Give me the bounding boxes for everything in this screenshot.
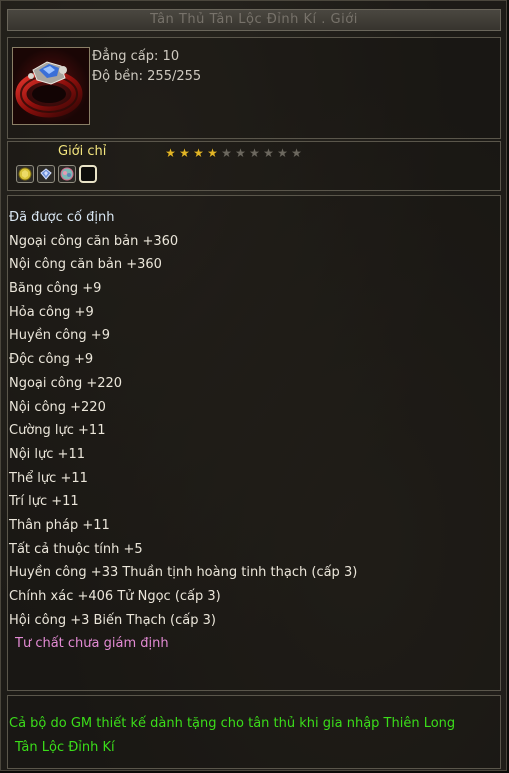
item-rank-panel: Giới chỉ ★ ★ ★ ★ ★ ★ ★ ★ ★ ★ <box>7 141 501 191</box>
attribute-line: Chính xác +406 Tử Ngọc (cấp 3) <box>9 589 221 604</box>
attribute-line: Ngoại công căn bản +360 <box>9 233 179 249</box>
description-line: Tân Lộc Đỉnh Kí <box>15 740 115 755</box>
attribute-line: Hội công +3 Biến Thạch (cấp 3) <box>9 612 216 628</box>
star-empty-icon: ★ <box>263 146 274 160</box>
star-filled-icon: ★ <box>207 146 218 160</box>
attribute-line: Nội công căn bản +360 <box>9 257 162 273</box>
star-empty-icon: ★ <box>291 146 302 160</box>
gem-slots <box>16 165 97 183</box>
ring-icon[interactable] <box>12 47 90 125</box>
star-empty-icon: ★ <box>249 146 260 160</box>
item-header-panel: Đẳng cấp: 10 Độ bền: 255/255 <box>7 37 501 139</box>
star-filled-icon: ★ <box>165 146 176 160</box>
teal-gem-icon[interactable] <box>58 165 76 183</box>
star-empty-icon: ★ <box>235 146 246 160</box>
attribute-line: Hỏa công +9 <box>9 304 94 320</box>
attribute-line: Nội lực +11 <box>9 446 85 462</box>
attribute-line: Cường lực +11 <box>9 423 106 439</box>
empty-slot-icon[interactable] <box>79 165 97 183</box>
description-line: Cả bộ do GM thiết kế dành tặng cho tân t… <box>9 716 456 731</box>
attribute-line: Trí lực +11 <box>9 494 79 510</box>
item-attributes-panel: Đã được cố định Ngoại công căn bản +360 Nộ… <box>7 195 501 691</box>
attribute-line: Nội công +220 <box>9 399 106 415</box>
attribute-list: Đã được cố định Ngoại công căn bản +360 Nộ… <box>9 206 357 656</box>
attribute-line: Huyền công +9 <box>9 328 110 344</box>
item-type-label: Giới chỉ <box>58 144 107 159</box>
attribute-line: Thể lực +11 <box>9 470 88 486</box>
star-filled-icon: ★ <box>193 146 204 160</box>
attribute-line: Thân pháp +11 <box>9 517 110 533</box>
attribute-line: Độc công +9 <box>9 352 94 368</box>
star-filled-icon: ★ <box>179 146 190 160</box>
item-description: Cả bộ do GM thiết kế dành tặng cho tân t… <box>9 712 497 760</box>
yellow-gem-icon[interactable] <box>16 165 34 183</box>
attribute-line: Tất cả thuộc tính +5 <box>9 541 143 557</box>
item-description-panel: Cả bộ do GM thiết kế dành tặng cho tân t… <box>7 695 501 769</box>
attribute-line: Tư chất chưa giám định <box>15 636 169 652</box>
item-tooltip: Tân Thủ Tân Lộc Đỉnh Kí . Giới Đẳng cấp:… <box>0 0 507 771</box>
attribute-line: Huyền công +33 Thuần tịnh hoàng tinh thạ… <box>9 565 358 581</box>
blue-gem-icon[interactable] <box>37 165 55 183</box>
item-durability: Độ bền: 255/255 <box>92 69 202 84</box>
attribute-line: Ngoại công +220 <box>9 375 123 391</box>
attribute-line: Đã được cố định <box>9 210 115 225</box>
star-rating: ★ ★ ★ ★ ★ ★ ★ ★ ★ ★ <box>164 145 303 161</box>
item-title: Tân Thủ Tân Lộc Đỉnh Kí . Giới <box>7 9 501 31</box>
attribute-line: Băng công +9 <box>9 281 102 297</box>
star-empty-icon: ★ <box>277 146 288 160</box>
star-empty-icon: ★ <box>221 146 232 160</box>
item-level: Đẳng cấp: 10 <box>92 49 180 64</box>
